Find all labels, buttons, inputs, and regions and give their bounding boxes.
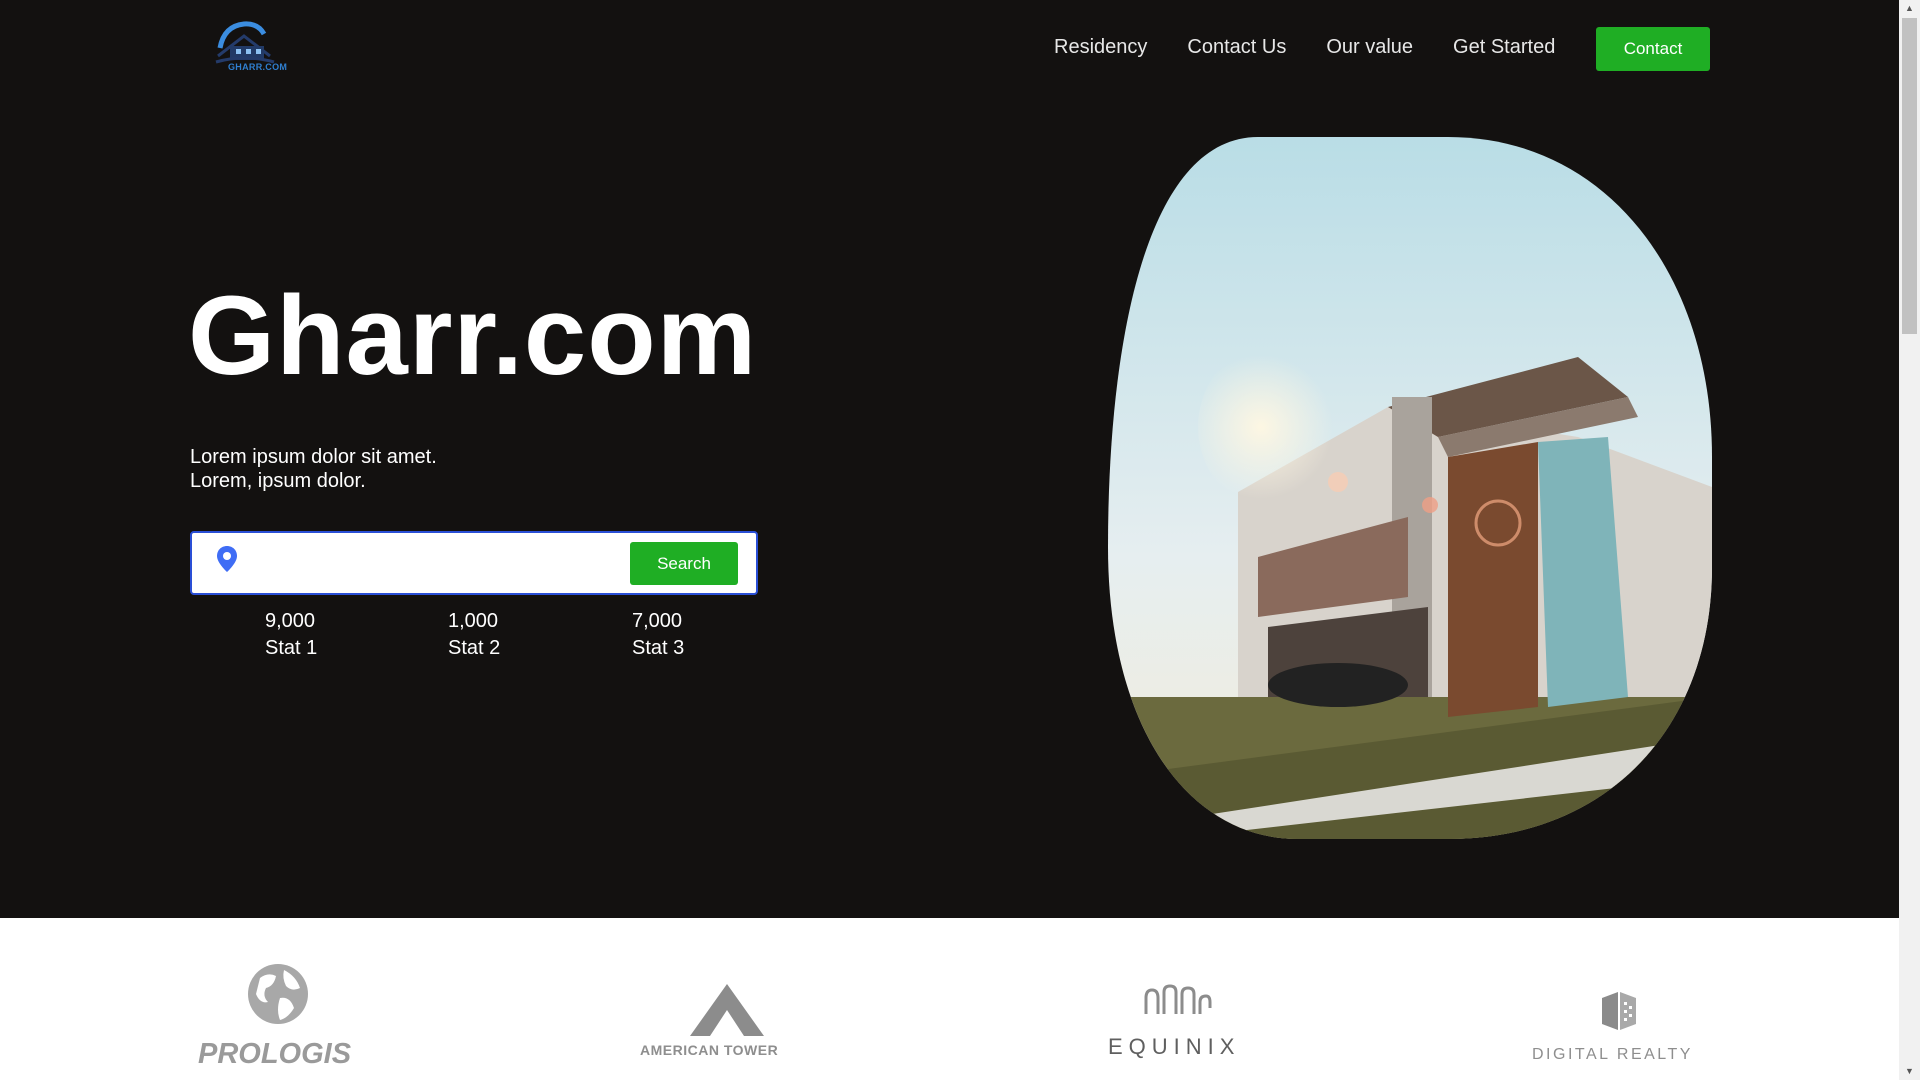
vertical-scrollbar[interactable]: ▲ ▼ <box>1899 0 1920 1080</box>
stat-value: 9,000 <box>265 610 316 632</box>
stat-label: Stat 1 <box>265 637 318 659</box>
equinix-wave-icon <box>1144 984 1212 1014</box>
scroll-thumb[interactable] <box>1902 18 1917 334</box>
partner-name: EQUINIX <box>1108 1034 1241 1059</box>
location-pin-icon <box>217 546 237 572</box>
hero-house-image <box>1108 137 1712 839</box>
partner-equinix: EQUINIX <box>1106 984 1246 1074</box>
stat-1: 9,000 Stat 1 <box>265 608 317 662</box>
site-logo[interactable]: GHARR.COM <box>214 20 290 76</box>
stat-2: 1,000 Stat 2 <box>448 608 500 662</box>
stat-3: 7,000 Stat 3 <box>632 608 684 662</box>
scroll-down-icon[interactable]: ▼ <box>1899 1063 1920 1080</box>
contact-button[interactable]: Contact <box>1596 27 1710 71</box>
stat-label: Stat 2 <box>448 637 501 659</box>
stat-value: 7,000 <box>632 610 683 632</box>
logo-text: GHARR.COM <box>228 62 288 72</box>
stat-value: 1,000 <box>448 610 499 632</box>
nav-our-value[interactable]: Our value <box>1326 36 1413 59</box>
digital-realty-cube-icon <box>1602 992 1636 1030</box>
globe-icon <box>248 964 308 1024</box>
partner-name: PROLOGIS <box>198 1038 352 1070</box>
partner-american-tower: AMERICAN TOWER <box>638 984 818 1074</box>
partners-strip: PROLOGIS AMERICAN TOWER EQUINIX DIGITAL … <box>0 918 1899 1080</box>
location-search-bar: Search <box>190 531 758 595</box>
hero-section: GHARR.COM Residency Contact Us Our value… <box>0 0 1899 918</box>
nav-residency[interactable]: Residency <box>1054 36 1147 59</box>
main-nav: Residency Contact Us Our value Get Start… <box>1054 36 1595 59</box>
scroll-up-icon[interactable]: ▲ <box>1899 0 1920 17</box>
page-title: Gharr.com <box>188 273 758 398</box>
tagline-line-2: Lorem, ipsum dolor. <box>190 470 366 492</box>
tagline-line-1: Lorem ipsum dolor sit amet. <box>190 446 437 468</box>
hero-tagline: Lorem ipsum dolor sit amet. Lorem, ipsum… <box>190 445 437 493</box>
nav-contact-us[interactable]: Contact Us <box>1187 36 1286 59</box>
nav-get-started[interactable]: Get Started <box>1453 36 1555 59</box>
search-input[interactable] <box>256 547 600 581</box>
tower-icon <box>690 984 764 1036</box>
search-button[interactable]: Search <box>630 542 738 585</box>
partner-name: DIGITAL REALTY <box>1532 1046 1693 1063</box>
partner-prologis: PROLOGIS <box>196 962 366 1072</box>
stat-label: Stat 3 <box>632 637 685 659</box>
partner-name: AMERICAN TOWER <box>640 1042 779 1058</box>
partner-digital-realty: DIGITAL REALTY <box>1530 990 1710 1070</box>
